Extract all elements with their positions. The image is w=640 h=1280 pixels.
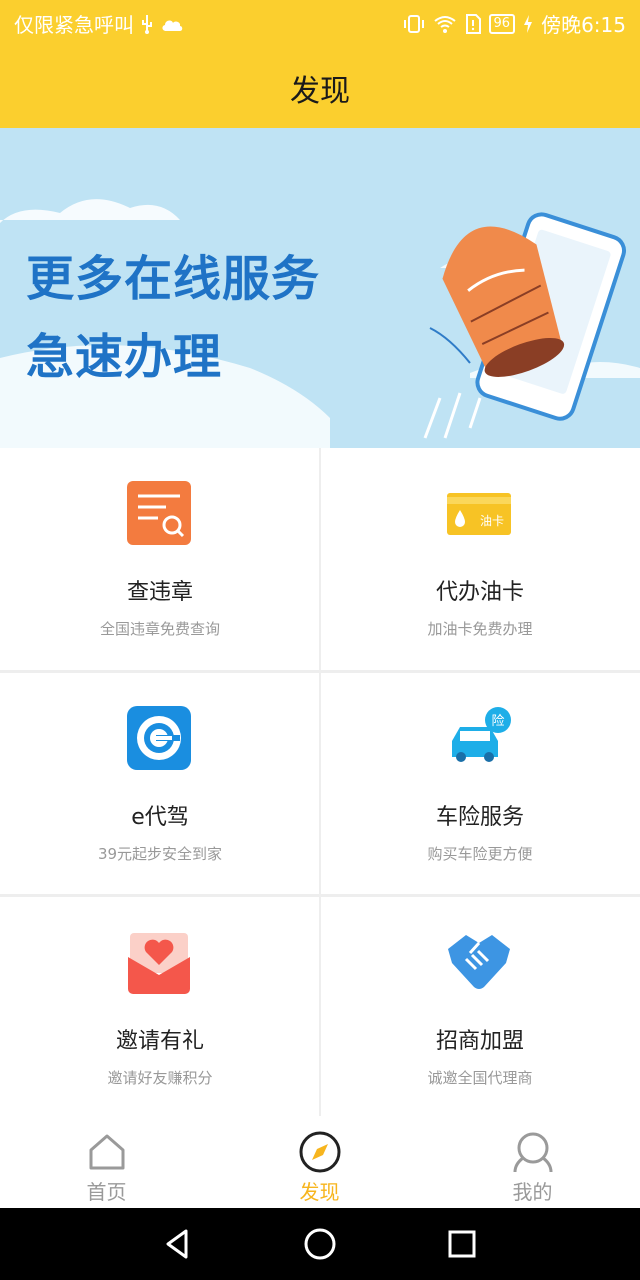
service-subtitle: 诚邀全国代理商 — [427, 1069, 533, 1087]
violation-search-icon — [127, 481, 191, 545]
status-right: 96 傍晚6:15 — [403, 9, 626, 38]
grid-row-divider — [0, 894, 640, 897]
service-car-insurance[interactable]: 险 车险服务 购买车险更方便 — [320, 673, 640, 897]
service-violation-query[interactable]: 查违章 全国违章免费查询 — [0, 448, 320, 672]
wifi-icon — [433, 15, 456, 33]
status-left: 仅限紧急呼叫 — [14, 9, 184, 38]
back-icon[interactable] — [160, 1226, 196, 1262]
home-button-icon[interactable] — [302, 1226, 338, 1262]
tab-discover[interactable]: 发现 — [213, 1116, 426, 1208]
service-subtitle: 邀请好友赚积分 — [107, 1069, 213, 1087]
usb-icon — [142, 14, 152, 34]
tab-home[interactable]: 首页 — [0, 1116, 213, 1208]
e-driver-icon — [127, 706, 191, 770]
service-title: 查违章 — [126, 580, 193, 605]
compass-icon — [299, 1131, 341, 1173]
carrier-status-text: 仅限紧急呼叫 — [14, 13, 134, 37]
clock: 傍晚6:15 — [541, 13, 626, 37]
service-subtitle: 全国违章免费查询 — [99, 620, 220, 638]
page-title: 发现 — [290, 74, 350, 109]
rocket-phone-illustration — [423, 212, 626, 439]
banner-line-1: 更多在线服务 — [26, 251, 321, 307]
tab-label: 我的 — [512, 1180, 553, 1204]
service-title: 代办油卡 — [435, 580, 524, 605]
profile-icon — [513, 1132, 553, 1173]
car-insurance-icon: 险 — [452, 707, 511, 762]
service-subtitle: 购买车险更方便 — [427, 845, 533, 863]
banner-headline: 更多在线服务 急速办理 — [26, 240, 320, 396]
service-franchise[interactable]: 招商加盟 诚邀全国代理商 — [320, 897, 640, 1121]
fuel-card-icon: 油卡 — [447, 493, 511, 535]
banner-line-2: 急速办理 — [26, 329, 223, 385]
service-e-driver[interactable]: e代驾 39元起步安全到家 — [0, 673, 320, 897]
service-invite[interactable]: 邀请有礼 邀请好友赚积分 — [0, 897, 320, 1121]
service-title: 车险服务 — [435, 805, 524, 830]
invite-envelope-icon — [128, 933, 190, 994]
service-subtitle: 39元起步安全到家 — [97, 845, 223, 863]
vibrate-icon — [403, 14, 424, 33]
svg-text:油卡: 油卡 — [480, 514, 504, 528]
battery-level: 96 — [488, 13, 516, 34]
system-nav-bar — [0, 1208, 640, 1280]
service-title: e代驾 — [131, 805, 189, 830]
tab-profile[interactable]: 我的 — [426, 1116, 639, 1208]
tab-label: 发现 — [299, 1180, 340, 1204]
home-icon — [89, 1134, 125, 1170]
service-title: 邀请有礼 — [115, 1029, 204, 1054]
svg-text:险: 险 — [491, 714, 504, 729]
grid-vertical-divider — [319, 448, 321, 1116]
sim-alert-icon — [465, 13, 481, 34]
grid-row-divider — [0, 670, 640, 673]
tab-label: 首页 — [86, 1180, 127, 1204]
recents-icon[interactable] — [444, 1226, 480, 1262]
handshake-icon — [448, 935, 510, 989]
promo-banner[interactable]: 更多在线服务 急速办理 — [0, 128, 640, 448]
service-fuel-card[interactable]: 油卡 代办油卡 加油卡免费办理 — [320, 448, 640, 672]
service-title: 招商加盟 — [435, 1029, 524, 1054]
charging-icon — [524, 14, 533, 33]
status-bar: 仅限紧急呼叫 96 傍晚6:15 — [0, 0, 640, 44]
app-header: 仅限紧急呼叫 96 傍晚6:15 发现 — [0, 0, 640, 128]
service-subtitle: 加油卡免费办理 — [427, 620, 533, 638]
bottom-tab-bar: 首页 发现 我的 — [0, 1116, 640, 1208]
cloud-icon — [162, 20, 183, 31]
